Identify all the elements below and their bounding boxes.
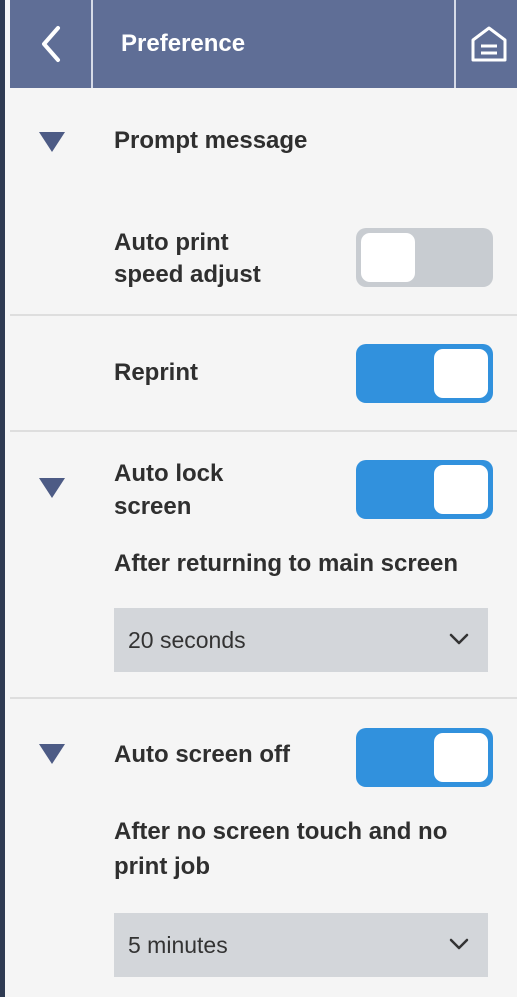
auto-lock-screen-label-2: screen: [114, 493, 192, 520]
auto-lock-screen-toggle[interactable]: [356, 460, 493, 519]
header-bar: Preference: [10, 0, 517, 88]
toggle-knob: [434, 349, 488, 398]
page-title: Preference: [121, 30, 246, 57]
caret-down-icon[interactable]: [39, 478, 65, 498]
select-value: 20 seconds: [128, 627, 246, 653]
divider: [10, 697, 517, 699]
back-button[interactable]: [10, 0, 93, 88]
chevron-left-icon: [41, 26, 60, 62]
chevron-down-icon: [449, 938, 469, 950]
toggle-knob: [434, 465, 488, 514]
app-frame: Preference Prompt message Auto print spe…: [0, 0, 517, 997]
caret-down-icon[interactable]: [39, 132, 65, 152]
auto-print-speed-toggle[interactable]: [356, 228, 493, 287]
auto-screen-off-time-select[interactable]: 5 minutes: [114, 913, 488, 977]
reprint-label: Reprint: [114, 359, 198, 386]
auto-screen-off-description-1: After no screen touch and no: [114, 818, 448, 845]
auto-print-speed-label-1: Auto print: [114, 229, 229, 256]
auto-lock-screen-label-1: Auto lock: [114, 460, 224, 487]
auto-screen-off-description-2: print job: [114, 853, 210, 880]
auto-lock-description: After returning to main screen: [114, 550, 459, 577]
auto-screen-off-label: Auto screen off: [114, 741, 291, 768]
home-icon: [471, 26, 507, 62]
divider: [10, 314, 517, 316]
divider: [10, 430, 517, 432]
auto-print-speed-label-2: speed adjust: [114, 261, 261, 288]
prompt-message-title[interactable]: Prompt message: [114, 124, 307, 158]
select-value: 5 minutes: [128, 932, 228, 958]
toggle-knob: [361, 233, 415, 282]
reprint-toggle[interactable]: [356, 344, 493, 403]
auto-screen-off-toggle[interactable]: [356, 728, 493, 787]
caret-down-icon[interactable]: [39, 744, 65, 764]
toggle-knob: [434, 733, 488, 782]
auto-lock-time-select[interactable]: 20 seconds: [114, 608, 488, 672]
chevron-down-icon: [449, 633, 469, 645]
home-button[interactable]: [454, 0, 517, 88]
